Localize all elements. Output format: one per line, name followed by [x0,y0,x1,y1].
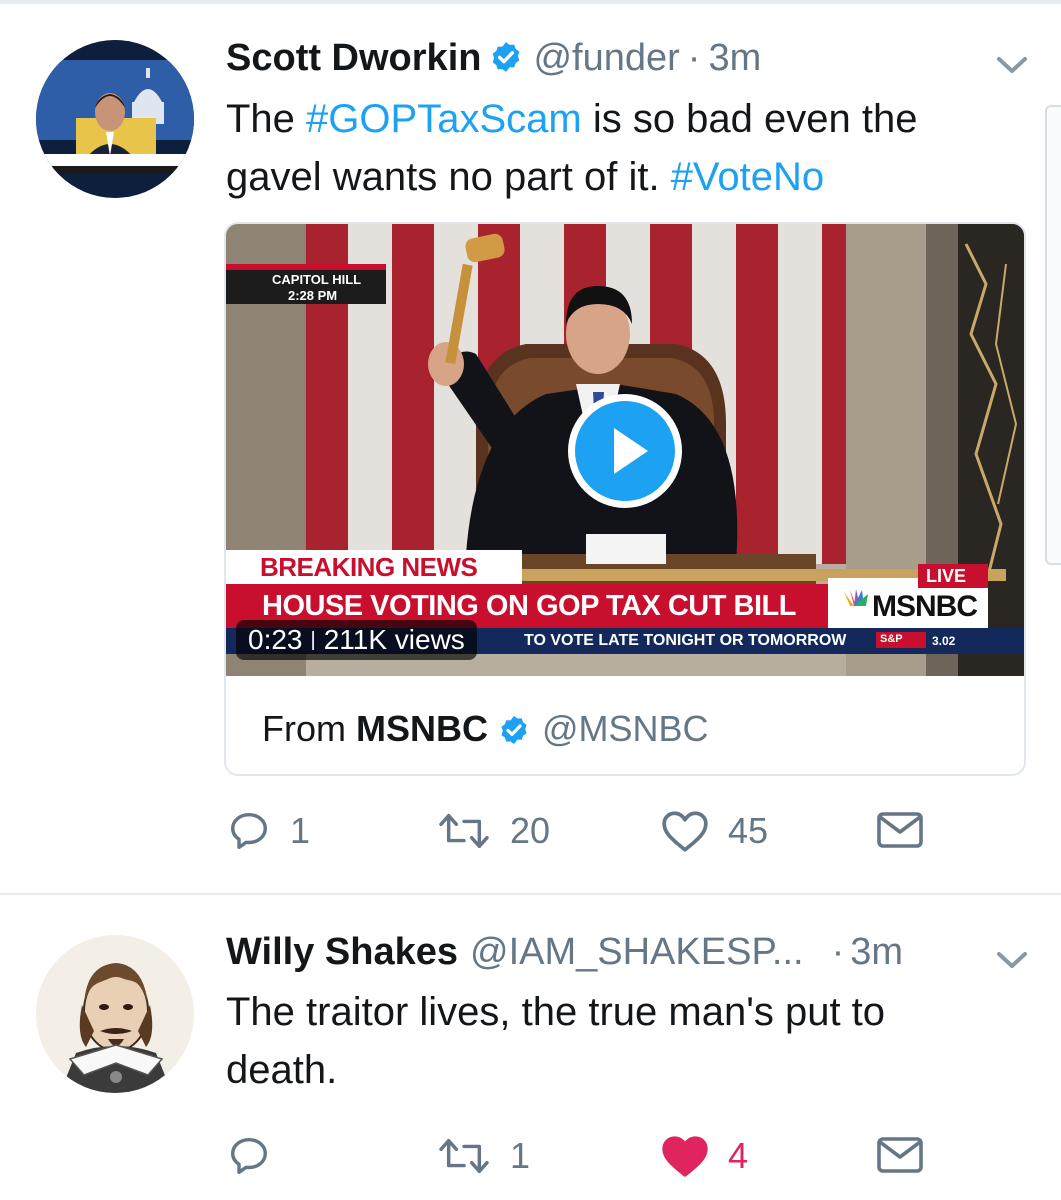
separator: · [687,37,701,79]
breaking-news-label: BREAKING NEWS [260,552,478,582]
network-label: MSNBC [872,590,978,623]
verified-badge-icon [489,40,523,74]
verified-badge-icon [498,713,530,745]
chevron-down-icon[interactable] [996,951,1028,976]
time-label: 2:28 PM [288,288,338,303]
retweet-count: 20 [510,810,551,851]
retweet-icon [439,1138,489,1174]
video-views: 211K views [323,624,465,655]
heart-filled-icon [662,1136,708,1177]
retweet-button[interactable]: 20 [436,808,550,854]
hashtag-voteno[interactable]: #VoteNo [671,155,824,199]
tweet-text-part: The [226,97,307,141]
tweet-2[interactable]: Willy Shakes @IAM_SHAKESP... · 3m The tr… [0,895,1061,1200]
hashtag-goptaxscam[interactable]: #GOPTaxScam [306,97,582,141]
video-duration: 0:23 [248,624,303,655]
reply-count: 1 [290,810,311,851]
tweet-1[interactable]: Scott Dworkin @funder · 3m The #GOPTaxSc… [0,0,1061,895]
envelope-icon [877,812,923,848]
tweet-timestamp[interactable]: 3m [708,37,761,80]
like-button[interactable]: 45 [660,808,768,854]
tweet-header: Willy Shakes @IAM_SHAKESP... · 3m [226,931,903,974]
avatar-scott-dworkin[interactable] [36,40,194,198]
media-card[interactable]: CAPITOL HILL 2:28 PM BREAKING NEWS HOUSE… [224,222,1026,776]
tweet-text: The traitor lives, the true man's put to… [226,990,886,1092]
like-count: 45 [728,810,769,851]
headline-label: HOUSE VOTING ON GOP TAX CUT BILL [262,590,796,622]
video-player[interactable]: CAPITOL HILL 2:28 PM BREAKING NEWS HOUSE… [226,224,1024,676]
heart-icon [662,811,708,852]
tweet-timestamp[interactable]: 3m [850,931,903,974]
retweet-icon [439,813,489,849]
ticker-label: TO VOTE LATE TONIGHT OR TOMORROW [524,632,847,649]
market-value: 3.02 [932,634,956,648]
tweet-actions: 1 20 45 [0,808,1061,868]
reply-icon [230,1137,268,1175]
reply-button[interactable] [226,1133,290,1179]
tweet-header: Scott Dworkin @funder · 3m [226,36,761,80]
avatar-willy-shakes[interactable] [36,935,194,1093]
direct-message-button[interactable] [876,810,924,850]
author-name[interactable]: Scott Dworkin [226,37,481,80]
author-handle[interactable]: @IAM_SHAKESP... [470,931,804,974]
retweet-count: 1 [510,1135,531,1176]
author-handle[interactable]: @funder [533,37,679,80]
video-stats: 0:23 | 211K views [236,620,477,660]
from-source-handle[interactable]: @MSNBC [542,708,709,750]
tweet-text: The #GOPTaxScam is so bad even the gavel… [226,90,1006,206]
separator: · [831,931,845,973]
location-label: CAPITOL HILL [272,272,362,287]
direct-message-button[interactable] [876,1135,924,1175]
media-attribution[interactable]: From MSNBC @MSNBC [262,708,709,750]
tweet-actions: 1 4 [0,1133,1061,1193]
live-label: LIVE [926,566,967,586]
like-count: 4 [728,1135,749,1176]
retweet-button[interactable]: 1 [436,1133,530,1179]
market-label: S&P [880,633,903,645]
play-icon [568,394,682,508]
play-button[interactable] [566,392,684,510]
stats-separator: | [310,628,316,651]
chevron-down-icon[interactable] [996,56,1028,81]
reply-button[interactable]: 1 [226,808,310,854]
from-label: From [262,708,346,749]
envelope-icon [877,1137,923,1173]
from-source-name[interactable]: MSNBC [356,708,488,750]
reply-icon [230,812,268,850]
author-name[interactable]: Willy Shakes [226,931,458,974]
like-button[interactable]: 4 [660,1133,748,1179]
